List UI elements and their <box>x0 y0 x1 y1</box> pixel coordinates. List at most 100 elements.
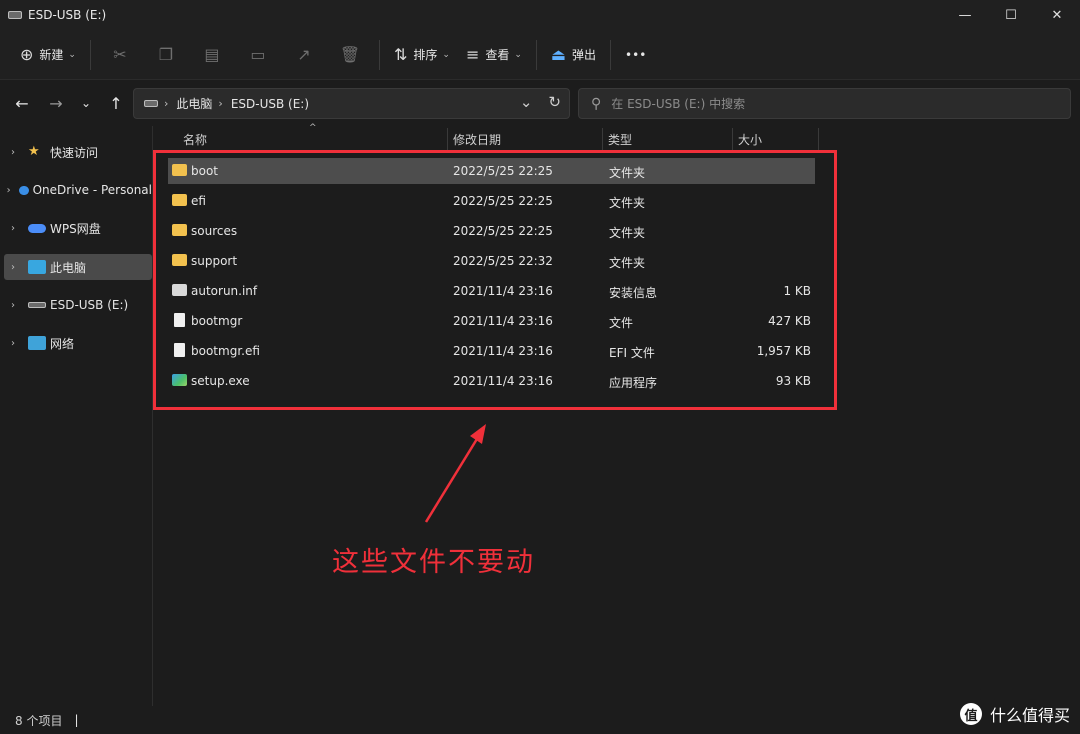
chevron-down-icon: ⌄ <box>514 49 522 60</box>
back-arrow-icon[interactable]: ← <box>7 94 37 113</box>
usb-drive-icon <box>28 302 46 308</box>
wps-cloud-icon <box>28 223 46 233</box>
new-label: 新建 <box>39 48 64 62</box>
more-dots-icon: ••• <box>625 47 647 62</box>
toolbar-divider <box>610 39 612 70</box>
column-divider[interactable] <box>732 128 733 150</box>
expand-chevron-icon[interactable]: › <box>4 262 22 273</box>
chevron-down-icon: ⌄ <box>442 49 450 60</box>
watermark: 值 什么值得买 <box>959 702 1070 726</box>
status-bar: 8 个项目 | <box>0 706 1080 734</box>
scissors-icon: ✂ <box>113 45 127 64</box>
copy-button[interactable]: ❐ <box>143 39 189 71</box>
sidebar-item-this-pc[interactable]: › 此电脑 <box>4 254 152 280</box>
rename-button[interactable]: ▭ <box>235 39 281 71</box>
sidebar-item-network[interactable]: › 网络 <box>4 330 152 356</box>
share-button[interactable]: ↗ <box>281 39 327 71</box>
view-list-icon: ≡ <box>465 45 480 64</box>
eject-button[interactable]: ⏏ 弹出 <box>543 39 604 71</box>
forward-arrow-icon[interactable]: → <box>41 94 71 113</box>
sort-label: 排序 <box>413 48 438 62</box>
column-header-date[interactable]: 修改日期 <box>453 126 501 152</box>
sidebar-item-usb-drive[interactable]: › ESD-USB (E:) <box>4 292 152 318</box>
toolbar-divider <box>535 39 537 70</box>
highlight-box <box>153 150 837 410</box>
sort-arrows-icon: ⇅ <box>393 45 408 64</box>
sidebar-item-label: 快速访问 <box>50 145 99 160</box>
up-arrow-icon[interactable]: ↑ <box>101 94 131 113</box>
sort-button[interactable]: ⇅ 排序 ⌄ <box>386 39 458 71</box>
refresh-icon[interactable]: ↻ <box>548 93 561 111</box>
column-header-size[interactable]: 大小 <box>738 126 762 152</box>
search-box[interactable]: ⚲ 在 ESD-USB (E:) 中搜索 <box>578 88 1071 119</box>
expand-chevron-icon[interactable]: › <box>4 147 22 158</box>
item-count: 8 个项目 <box>15 713 63 728</box>
watermark-logo: 值 <box>959 703 982 725</box>
address-actions: ⌄ ↻ <box>520 93 561 111</box>
status-divider: | <box>74 713 79 727</box>
breadcrumb-usb-drive[interactable]: ESD-USB (E:) <box>231 97 309 111</box>
onedrive-cloud-icon <box>19 185 29 195</box>
network-icon <box>28 336 46 350</box>
recent-chevron-icon[interactable]: ⌄ <box>71 96 101 110</box>
sidebar-item-label: 网络 <box>50 336 75 351</box>
sort-ascending-icon: ^ <box>309 123 317 133</box>
more-options-button[interactable]: ••• <box>617 39 654 71</box>
drive-icon <box>144 100 158 107</box>
this-pc-icon <box>28 260 46 274</box>
sidebar-item-quick-access[interactable]: › ★ 快速访问 <box>4 139 152 165</box>
sidebar-item-onedrive[interactable]: › OneDrive - Personal <box>4 177 152 203</box>
view-label: 查看 <box>485 48 510 62</box>
column-header-name[interactable]: 名称 <box>183 126 207 152</box>
column-divider[interactable] <box>818 128 819 150</box>
maximize-button[interactable]: ☐ <box>988 0 1034 30</box>
annotation-text: 这些文件不要动 <box>332 547 535 578</box>
new-button[interactable]: ⊕ 新建 ⌄ <box>12 39 84 71</box>
chevron-down-icon: ⌄ <box>68 49 76 60</box>
column-header-type[interactable]: 类型 <box>608 126 632 152</box>
breadcrumb-chevron-icon: › <box>218 97 223 110</box>
address-bar[interactable]: › 此电脑 › ESD-USB (E:) ⌄ ↻ <box>133 88 570 119</box>
rename-icon: ▭ <box>250 45 266 64</box>
close-button[interactable]: ✕ <box>1034 0 1080 30</box>
navigation-row: ← → ⌄ ↑ › 此电脑 › ESD-USB (E:) ⌄ ↻ ⚲ 在 ESD… <box>0 80 1080 126</box>
paste-button[interactable]: ▤ <box>189 39 235 71</box>
view-button[interactable]: ≡ 查看 ⌄ <box>458 39 530 71</box>
expand-chevron-icon[interactable]: › <box>4 300 22 311</box>
minimize-button[interactable]: — <box>942 0 988 30</box>
annotation-arrow <box>424 424 486 523</box>
navigation-pane: › ★ 快速访问 › OneDrive - Personal › WPS网盘 ›… <box>0 126 152 706</box>
plus-circle-icon: ⊕ <box>20 45 34 64</box>
breadcrumb-this-pc[interactable]: 此电脑 <box>176 95 212 112</box>
copy-icon: ❐ <box>158 45 174 64</box>
delete-button[interactable]: 🗑 <box>327 39 373 71</box>
title-bar: ESD-USB (E:) — ☐ ✕ <box>0 0 1080 30</box>
address-dropdown-icon[interactable]: ⌄ <box>520 93 533 111</box>
star-icon: ★ <box>28 144 40 159</box>
eject-label: 弹出 <box>572 48 597 62</box>
share-icon: ↗ <box>297 45 311 64</box>
sidebar-item-label: WPS网盘 <box>50 221 101 236</box>
sidebar-item-label: 此电脑 <box>50 260 87 275</box>
breadcrumb-chevron-icon: › <box>164 97 169 110</box>
column-divider[interactable] <box>602 128 603 150</box>
cut-button[interactable]: ✂ <box>97 39 143 71</box>
window-controls: — ☐ ✕ <box>942 0 1080 30</box>
eject-icon: ⏏ <box>550 45 567 64</box>
search-icon: ⚲ <box>591 95 602 112</box>
expand-chevron-icon[interactable]: › <box>4 223 22 234</box>
usb-drive-icon <box>8 11 22 19</box>
expand-chevron-icon[interactable]: › <box>4 185 13 196</box>
toolbar-divider <box>378 39 380 70</box>
command-bar: ⊕ 新建 ⌄ ✂ ❐ ▤ ▭ ↗ 🗑 ⇅ 排序 ⌄ ≡ 查看 ⌄ ⏏ 弹出 ••… <box>0 30 1080 80</box>
search-placeholder: 在 ESD-USB (E:) 中搜索 <box>611 97 746 111</box>
clipboard-icon: ▤ <box>204 45 220 64</box>
column-divider[interactable] <box>447 128 448 150</box>
expand-chevron-icon[interactable]: › <box>4 338 22 349</box>
window-title: ESD-USB (E:) <box>28 8 107 22</box>
toolbar-divider <box>89 39 91 70</box>
sidebar-item-label: OneDrive - Personal <box>32 183 152 197</box>
sidebar-item-label: ESD-USB (E:) <box>50 298 129 312</box>
trash-icon: 🗑 <box>339 45 361 64</box>
sidebar-item-wps[interactable]: › WPS网盘 <box>4 215 152 241</box>
